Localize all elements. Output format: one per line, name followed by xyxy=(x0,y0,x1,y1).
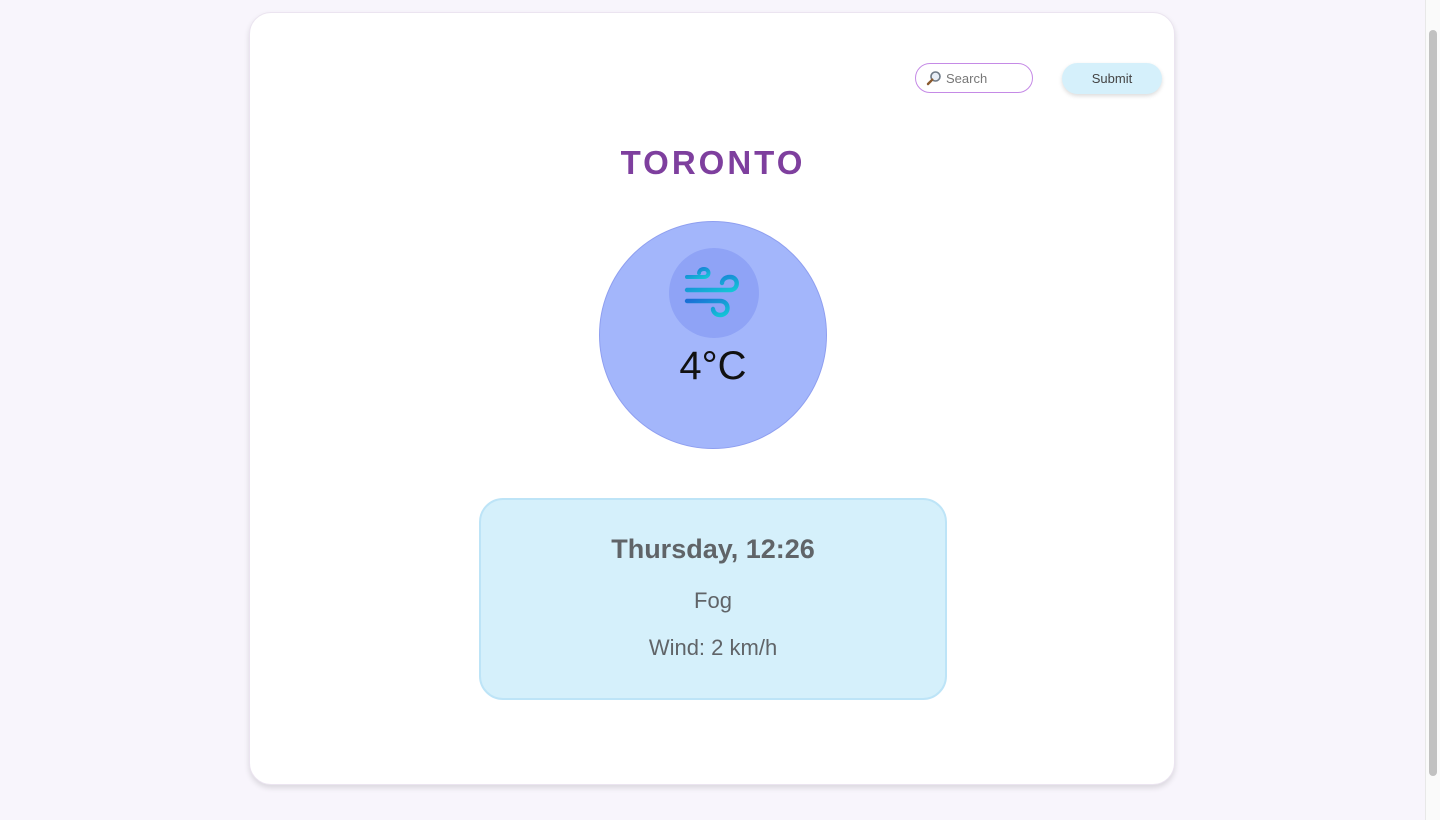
scrollbar-thumb[interactable] xyxy=(1429,30,1437,776)
city-title: TORONTO xyxy=(620,144,806,181)
temperature: 4°C xyxy=(679,344,747,388)
date-time: Thursday, 12:26 xyxy=(611,534,815,564)
weather-details-box: Thursday, 12:26 Fog Wind: 2 km/h xyxy=(479,498,947,700)
weather-icon-bubble xyxy=(669,248,759,338)
weather-card: Submit TORONTO 4°C Thur xyxy=(249,12,1175,785)
weather-summary-circle: 4°C xyxy=(599,221,827,449)
magnifier-icon xyxy=(926,70,942,86)
weather-condition: Fog xyxy=(694,588,732,613)
submit-button[interactable]: Submit xyxy=(1062,63,1162,94)
wind-speed: Wind: 2 km/h xyxy=(648,635,778,660)
page: Submit TORONTO 4°C Thur xyxy=(0,0,1440,820)
wind-icon xyxy=(684,266,739,318)
search-field[interactable] xyxy=(915,63,1033,93)
vertical-scrollbar[interactable] xyxy=(1425,0,1440,820)
search-input[interactable] xyxy=(946,70,1026,86)
